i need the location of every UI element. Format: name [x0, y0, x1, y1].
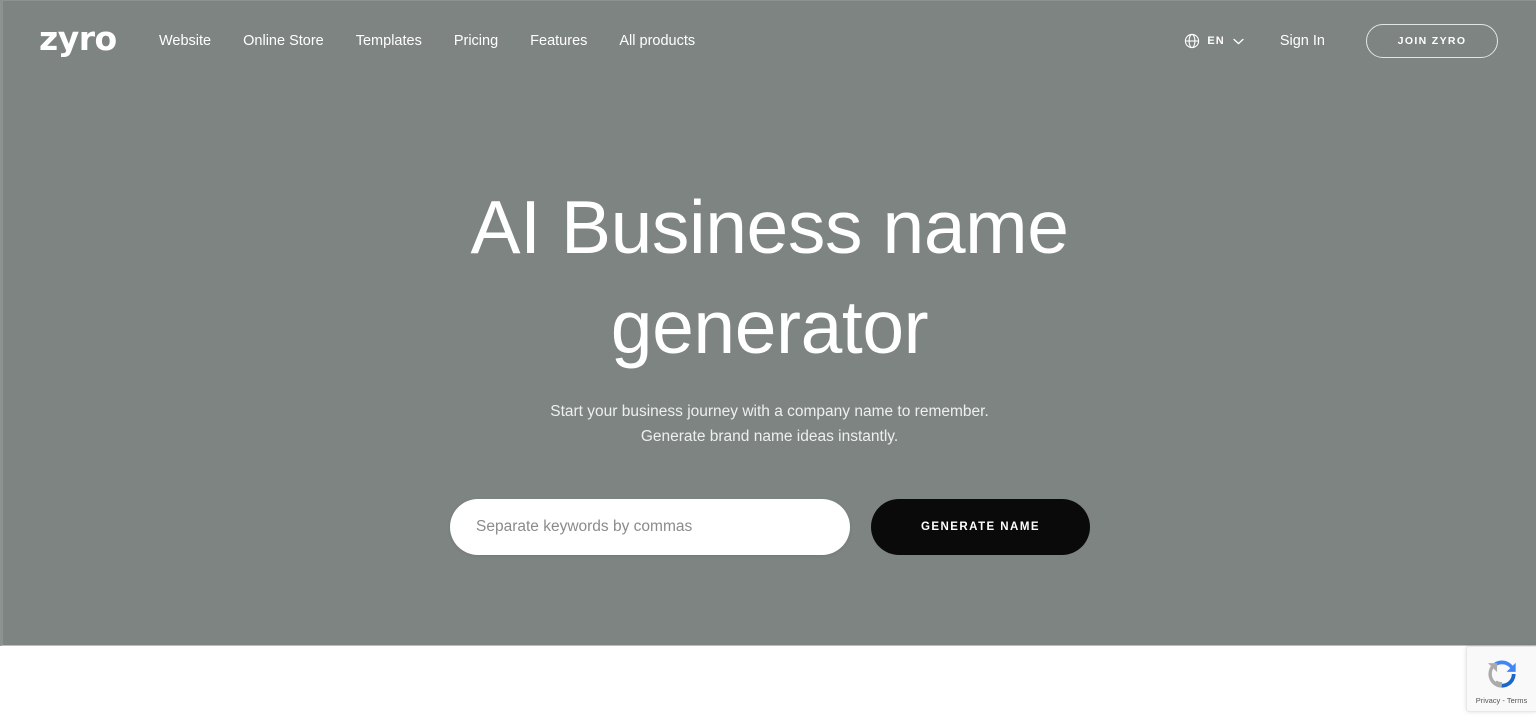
- name-generator-form: GENERATE NAME: [450, 498, 1090, 555]
- page-title: AI Business name generator: [470, 185, 1069, 369]
- hero-content: AI Business name generator Start your bu…: [3, 1, 1536, 645]
- recaptcha-badge[interactable]: Privacy - Terms: [1466, 646, 1536, 712]
- hero-section: zyro Website Online Store Templates Pric…: [0, 0, 1536, 646]
- generate-name-button[interactable]: GENERATE NAME: [871, 498, 1090, 555]
- page-root: zyro Website Online Store Templates Pric…: [0, 0, 1536, 721]
- recaptcha-icon: [1487, 660, 1516, 688]
- recaptcha-privacy-terms[interactable]: Privacy - Terms: [1476, 696, 1528, 705]
- hero-subtitle: Start your business journey with a compa…: [550, 403, 989, 445]
- keywords-input[interactable]: [450, 498, 850, 555]
